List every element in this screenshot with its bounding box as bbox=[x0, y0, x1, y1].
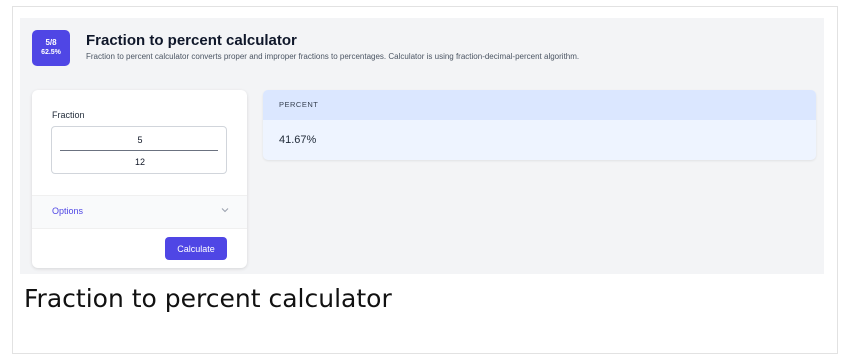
result-header: PERCENT bbox=[263, 90, 816, 120]
fraction-label: Fraction bbox=[52, 110, 85, 120]
numerator-input[interactable] bbox=[62, 132, 218, 148]
options-label: Options bbox=[52, 206, 84, 216]
app-header: 5/8 62.5% Fraction to percent calculator… bbox=[32, 28, 812, 68]
page-subtitle: Fraction to percent calculator converts … bbox=[86, 52, 580, 61]
fraction-bar bbox=[60, 150, 218, 151]
options-toggle[interactable]: Options bbox=[32, 195, 247, 229]
fraction-input-box bbox=[51, 126, 227, 174]
result-panel: PERCENT 41.67% bbox=[263, 90, 816, 160]
logo-percent: 62.5% bbox=[41, 49, 61, 56]
calculator-app: 5/8 62.5% Fraction to percent calculator… bbox=[20, 18, 824, 274]
result-value: 41.67% bbox=[279, 134, 317, 146]
logo-fraction: 5/8 bbox=[45, 38, 57, 47]
app-logo: 5/8 62.5% bbox=[32, 30, 70, 66]
calculate-button[interactable]: Calculate bbox=[165, 237, 227, 260]
result-header-label: PERCENT bbox=[279, 100, 319, 109]
chevron-down-icon bbox=[221, 205, 229, 215]
denominator-input[interactable] bbox=[62, 154, 218, 170]
page-title: Fraction to percent calculator bbox=[86, 32, 297, 49]
input-card: Fraction Options Calculate bbox=[32, 90, 247, 268]
caption-text: Fraction to percent calculator bbox=[24, 284, 392, 313]
